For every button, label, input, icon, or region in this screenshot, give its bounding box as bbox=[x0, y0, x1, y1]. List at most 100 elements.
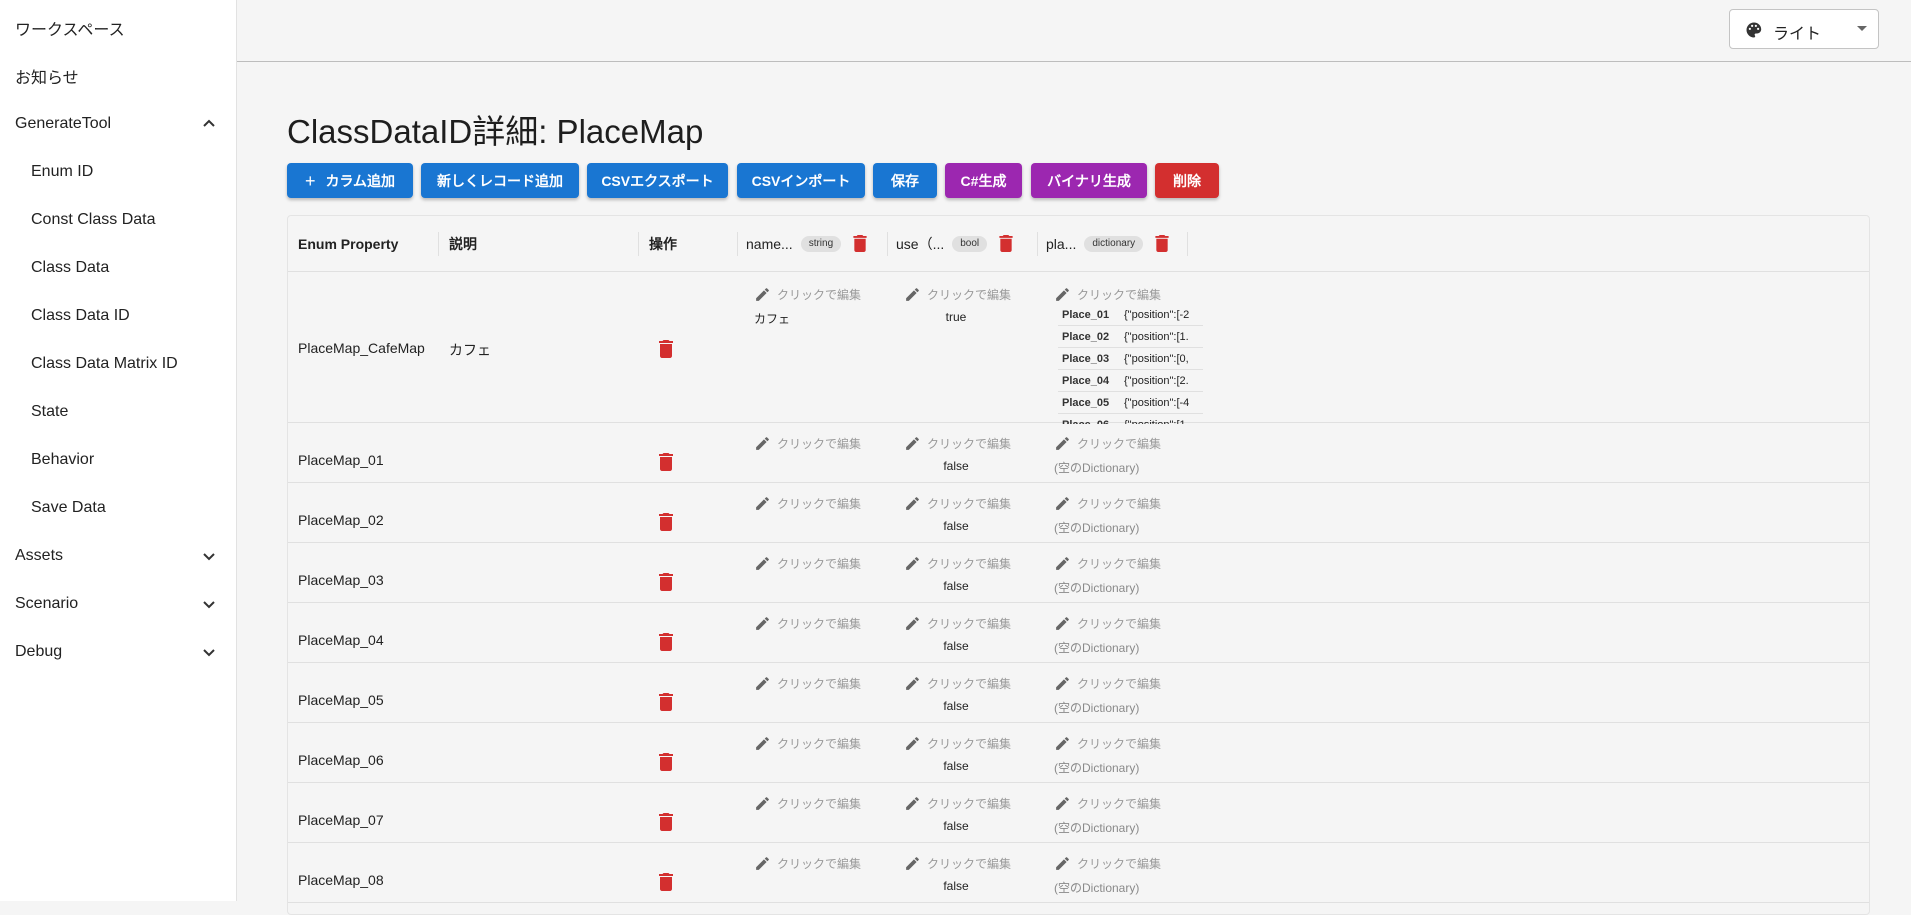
sidebar-item[interactable]: Debug bbox=[0, 632, 237, 672]
pencil-icon bbox=[756, 557, 769, 570]
header-description[interactable]: 説明 bbox=[449, 216, 477, 271]
pencil-icon bbox=[906, 557, 919, 570]
click-to-edit[interactable]: クリックで編集 bbox=[754, 435, 861, 452]
column-header[interactable]: name... string bbox=[746, 216, 867, 271]
edit-hint: クリックで編集 bbox=[1077, 797, 1162, 811]
trash-icon[interactable] bbox=[659, 753, 673, 771]
click-to-edit[interactable]: クリックで編集 bbox=[1054, 855, 1161, 872]
click-to-edit[interactable]: クリックで編集 bbox=[754, 615, 861, 632]
enum-property-cell[interactable]: PlaceMap_04 bbox=[298, 632, 384, 648]
dictionary-key: Place_01 bbox=[1062, 308, 1110, 321]
csv-import-button[interactable]: CSVインポート bbox=[737, 163, 865, 198]
sidebar-item[interactable]: Save Data bbox=[0, 488, 237, 528]
pencil-icon bbox=[756, 437, 769, 450]
trash-icon[interactable] bbox=[659, 693, 673, 711]
click-to-edit[interactable]: クリックで編集 bbox=[904, 495, 1011, 512]
click-to-edit[interactable]: クリックで編集 bbox=[904, 555, 1011, 572]
sidebar-item[interactable]: Enum ID bbox=[0, 152, 237, 192]
sidebar-item-label: お知らせ bbox=[15, 70, 79, 87]
sidebar-item[interactable]: Assets bbox=[0, 536, 237, 576]
enum-property-cell[interactable]: PlaceMap_CafeMap bbox=[298, 340, 425, 356]
column-header[interactable]: use（... bool bbox=[896, 216, 1013, 271]
trash-icon[interactable] bbox=[659, 573, 673, 591]
dictionary-key: Place_05 bbox=[1062, 396, 1110, 409]
click-to-edit[interactable]: クリックで編集 bbox=[1054, 675, 1161, 692]
pencil-icon bbox=[1056, 857, 1069, 870]
sidebar-item-label: Enum ID bbox=[31, 163, 94, 180]
trash-icon[interactable] bbox=[659, 633, 673, 651]
click-to-edit[interactable]: クリックで編集 bbox=[754, 855, 861, 872]
sidebar-item-label: GenerateTool bbox=[15, 115, 112, 132]
click-to-edit[interactable]: クリックで編集 bbox=[1054, 735, 1161, 752]
click-to-edit[interactable]: クリックで編集 bbox=[904, 795, 1011, 812]
click-to-edit[interactable]: クリックで編集 bbox=[754, 495, 861, 512]
click-to-edit[interactable]: クリックで編集 bbox=[1054, 555, 1161, 572]
trash-icon[interactable] bbox=[659, 873, 673, 891]
delete-button[interactable]: 削除 bbox=[1155, 163, 1219, 198]
enum-property-cell[interactable]: PlaceMap_07 bbox=[298, 812, 384, 828]
click-to-edit[interactable]: クリックで編集 bbox=[904, 675, 1011, 692]
header-action: 操作 bbox=[649, 235, 677, 252]
click-to-edit[interactable]: クリックで編集 bbox=[904, 615, 1011, 632]
table-row: PlaceMap_08 クリックで編集 クリックで編集 false クリックで編集 (空の… bbox=[288, 843, 1869, 903]
description-cell[interactable]: カフェ bbox=[449, 340, 491, 360]
trash-icon[interactable] bbox=[999, 235, 1013, 252]
click-to-edit[interactable]: クリックで編集 bbox=[1054, 795, 1161, 812]
sidebar-item[interactable]: State bbox=[0, 392, 237, 432]
column-header[interactable]: pla... dictionary bbox=[1046, 216, 1169, 271]
click-to-edit[interactable]: クリックで編集 bbox=[754, 286, 861, 303]
click-to-edit[interactable]: クリックで編集 bbox=[1054, 286, 1161, 303]
sidebar-item-label: ワークスペース bbox=[15, 22, 125, 39]
save-button[interactable]: 保存 bbox=[873, 163, 937, 198]
click-to-edit[interactable]: クリックで編集 bbox=[754, 795, 861, 812]
sidebar-item[interactable]: Scenario bbox=[0, 584, 237, 624]
empty-dictionary: (空のDictionary) bbox=[1054, 521, 1140, 535]
trash-icon[interactable] bbox=[659, 453, 673, 471]
add-column-button[interactable]: + カラム追加 bbox=[287, 163, 413, 198]
enum-property-cell[interactable]: PlaceMap_06 bbox=[298, 752, 384, 768]
sidebar-item[interactable]: お知らせ bbox=[0, 56, 237, 96]
add-record-button[interactable]: 新しくレコード追加 bbox=[421, 163, 579, 198]
theme-select[interactable]: ライト bbox=[1729, 9, 1879, 49]
enum-property-cell[interactable]: PlaceMap_05 bbox=[298, 692, 384, 708]
trash-icon[interactable] bbox=[659, 813, 673, 831]
click-to-edit[interactable]: クリックで編集 bbox=[1054, 495, 1161, 512]
pencil-icon bbox=[756, 737, 769, 750]
dictionary-table: Place_01 {"position":[-2 Place_02 {"positio… bbox=[1058, 304, 1203, 424]
binary-generate-button[interactable]: バイナリ生成 bbox=[1031, 163, 1147, 198]
csv-export-button[interactable]: CSVエクスポート bbox=[587, 163, 728, 198]
header-enum-property[interactable]: Enum Property bbox=[298, 216, 398, 271]
trash-icon[interactable] bbox=[659, 513, 673, 531]
click-to-edit[interactable]: クリックで編集 bbox=[754, 735, 861, 752]
trash-icon[interactable] bbox=[1155, 235, 1169, 252]
click-to-edit[interactable]: クリックで編集 bbox=[904, 286, 1011, 303]
trash-icon[interactable] bbox=[853, 235, 867, 252]
enum-property-cell[interactable]: PlaceMap_02 bbox=[298, 512, 384, 528]
top-bar bbox=[237, 0, 1911, 62]
sidebar-item[interactable]: ワークスペース bbox=[0, 8, 237, 48]
click-to-edit[interactable]: クリックで編集 bbox=[904, 735, 1011, 752]
sidebar-item[interactable]: Class Data bbox=[0, 248, 237, 288]
column-divider bbox=[1037, 232, 1038, 256]
bool-value: false bbox=[943, 819, 969, 833]
click-to-edit[interactable]: クリックで編集 bbox=[904, 435, 1011, 452]
sidebar-item[interactable]: Class Data Matrix ID bbox=[0, 344, 237, 384]
sidebar-item[interactable]: Behavior bbox=[0, 440, 237, 480]
click-to-edit[interactable]: クリックで編集 bbox=[754, 555, 861, 572]
enum-property-cell[interactable]: PlaceMap_01 bbox=[298, 452, 384, 468]
edit-hint: クリックで編集 bbox=[777, 288, 862, 302]
click-to-edit[interactable]: クリックで編集 bbox=[754, 675, 861, 692]
click-to-edit[interactable]: クリックで編集 bbox=[904, 855, 1011, 872]
trash-icon[interactable] bbox=[659, 340, 673, 358]
pencil-icon bbox=[906, 288, 919, 301]
edit-hint: クリックで編集 bbox=[927, 288, 1012, 302]
csharp-generate-button[interactable]: C#生成 bbox=[945, 163, 1022, 198]
click-to-edit[interactable]: クリックで編集 bbox=[1054, 435, 1161, 452]
click-to-edit[interactable]: クリックで編集 bbox=[1054, 615, 1161, 632]
sidebar-item[interactable]: Const Class Data bbox=[0, 200, 237, 240]
sidebar-item[interactable]: GenerateTool bbox=[0, 104, 237, 144]
enum-property-cell[interactable]: PlaceMap_03 bbox=[298, 572, 384, 588]
sidebar-item[interactable]: Class Data ID bbox=[0, 296, 237, 336]
dictionary-value: {"position":[-4 bbox=[1124, 396, 1190, 409]
enum-property-cell[interactable]: PlaceMap_08 bbox=[298, 872, 384, 888]
